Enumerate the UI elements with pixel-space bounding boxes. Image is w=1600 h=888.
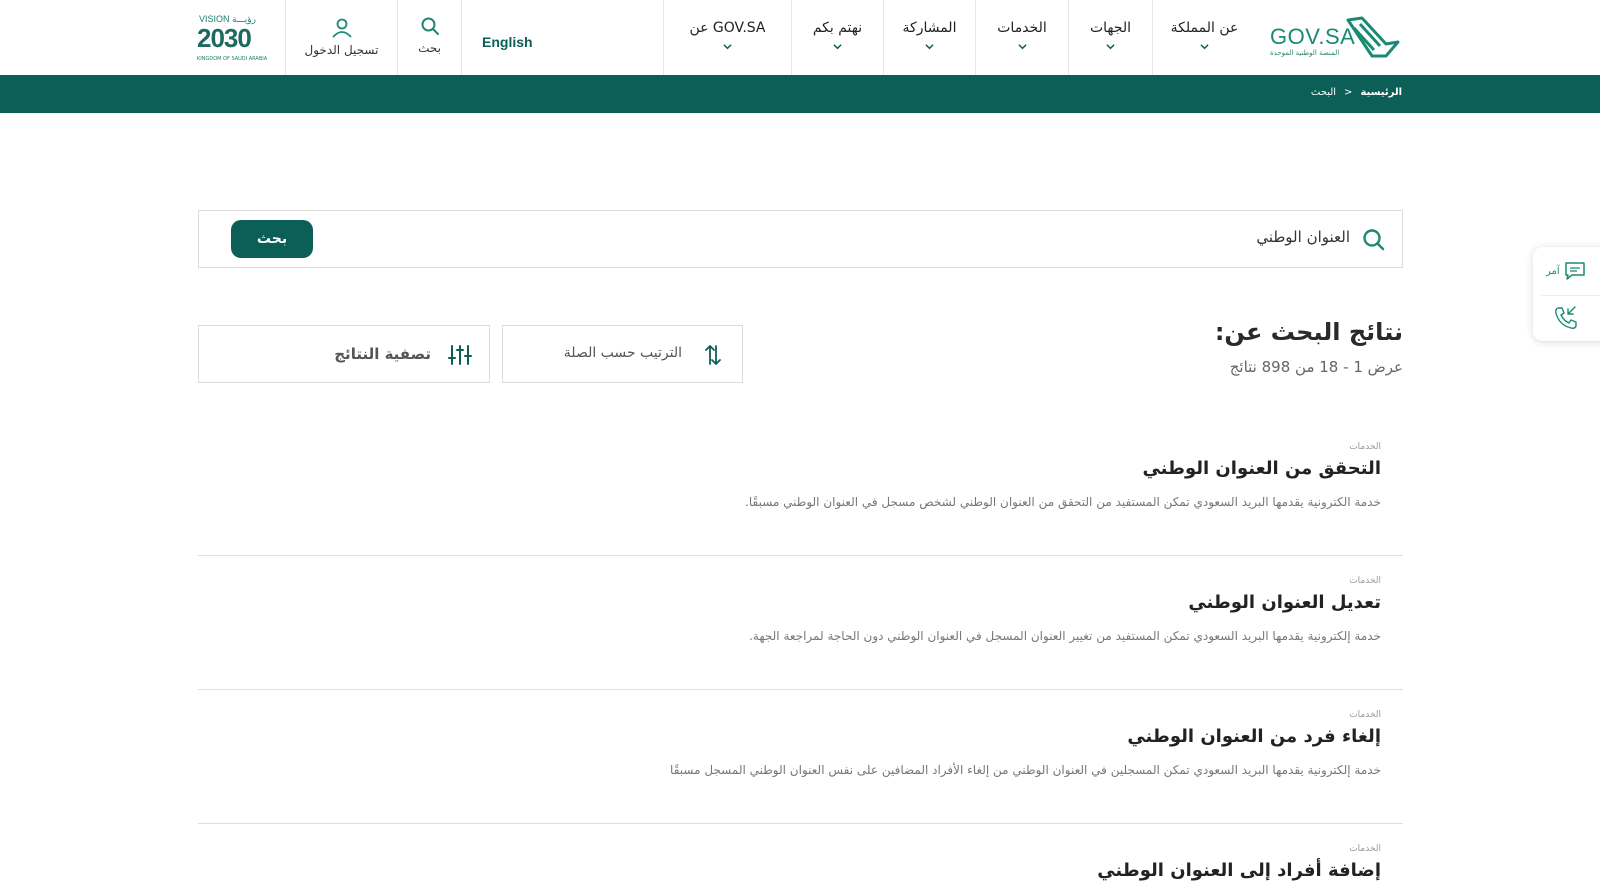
filter-label: تصفية النتائج — [334, 345, 431, 363]
gov-sa-logo-subtitle: المنصة الوطنية الموحدة — [1270, 49, 1340, 57]
results-title: نتائج البحث عن: — [1214, 318, 1403, 346]
chevron-down-icon — [723, 44, 732, 50]
nav-label: عن المملكة — [1170, 20, 1239, 36]
search-icon — [1363, 229, 1385, 251]
gov-sa-emblem-icon — [1346, 16, 1400, 58]
gov-sa-logo-text: GOV.SA — [1270, 24, 1356, 49]
filter-sliders-icon — [448, 345, 472, 365]
result-category: الخدمات — [1349, 576, 1381, 586]
result-category: الخدمات — [1349, 710, 1381, 720]
call-button[interactable] — [1553, 305, 1579, 335]
search-input[interactable]: العنوان الوطني — [1256, 228, 1350, 246]
nav-agencies[interactable]: الجهات — [1068, 0, 1152, 75]
result-title[interactable]: تعديل العنوان الوطني — [1188, 592, 1381, 613]
sort-arrows-icon — [705, 345, 721, 365]
language-label: English — [482, 34, 533, 50]
result-title[interactable]: إلغاء فرد من العنوان الوطني — [1127, 726, 1381, 747]
search-submit-button[interactable]: بحث — [231, 220, 313, 258]
nav-about-kingdom[interactable]: عن المملكة — [1152, 0, 1256, 75]
result-description: خدمة الكترونية يقدمها البريد السعودي تمك… — [745, 495, 1381, 509]
result-description: خدمة إلكترونية يقدمها البريد السعودي تمك… — [670, 763, 1381, 777]
side-widget-divider — [1541, 295, 1600, 296]
result-description: خدمة إلكترونية يقدمها البريد السعودي تمك… — [749, 629, 1381, 643]
vision-logo-year: 2030 — [197, 23, 252, 53]
breadcrumb-separator: > — [1344, 87, 1353, 98]
vision-logo-bottom: KINGDOM OF SAUDI ARABIA — [197, 56, 268, 62]
nav-label: الخدمات — [997, 20, 1047, 36]
search-box: العنوان الوطني بحث — [198, 210, 1403, 268]
result-title[interactable]: إضافة أفراد إلى العنوان الوطني — [1097, 860, 1381, 881]
result-title[interactable]: التحقق من العنوان الوطني — [1142, 458, 1381, 479]
result-item: الخدمات إلغاء فرد من العنوان الوطني خدمة… — [198, 690, 1403, 824]
chat-icon — [1564, 262, 1585, 280]
header-search-label: بحث — [418, 41, 441, 55]
gov-sa-logo[interactable]: GOV.SA المنصة الوطنية الموحدة — [1270, 12, 1402, 62]
result-category: الخدمات — [1349, 442, 1381, 452]
top-header: GOV.SA المنصة الوطنية الموحدة عن المملكة… — [0, 0, 1600, 75]
chevron-down-icon — [833, 44, 842, 50]
nav-label: المشاركة — [902, 20, 957, 36]
user-icon — [331, 18, 352, 38]
language-switch[interactable]: English — [461, 0, 663, 75]
nav-services[interactable]: الخدمات — [975, 0, 1068, 75]
result-item: الخدمات تعديل العنوان الوطني خدمة إلكترو… — [198, 556, 1403, 690]
header-search-button[interactable]: بحث — [397, 0, 461, 75]
vision-2030-logo[interactable]: VISION رؤيـــة 2030 KINGDOM OF SAUDI ARA… — [197, 12, 275, 64]
sort-label: الترتيب حسب الصلة — [563, 345, 682, 361]
results-count: عرض 1 - 18 من 898 نتائج — [1229, 358, 1403, 376]
nav-participation[interactable]: المشاركة — [883, 0, 975, 75]
phone-incoming-icon — [1555, 306, 1577, 329]
amer-chat-button[interactable]: آمر — [1546, 261, 1586, 281]
chevron-down-icon — [925, 44, 934, 50]
filter-button[interactable]: تصفية النتائج — [198, 325, 490, 383]
result-item: الخدمات إضافة أفراد إلى العنوان الوطني — [198, 824, 1403, 888]
chevron-down-icon — [1106, 44, 1115, 50]
login-label: تسجيل الدخول — [304, 43, 379, 57]
chevron-down-icon — [1017, 44, 1027, 50]
nav-label: الجهات — [1089, 20, 1132, 36]
search-icon — [421, 17, 439, 35]
nav-label: نهتم بكم — [812, 20, 863, 36]
chevron-down-icon — [1200, 44, 1209, 50]
sort-dropdown[interactable]: الترتيب حسب الصلة — [502, 325, 743, 383]
side-widget: آمر — [1533, 247, 1600, 341]
amer-label: آمر — [1546, 265, 1560, 277]
breadcrumb-home[interactable]: الرئيسية — [1360, 87, 1402, 98]
result-category: الخدمات — [1349, 844, 1381, 854]
nav-we-care[interactable]: نهتم بكم — [791, 0, 883, 75]
breadcrumb-current: البحث — [1310, 87, 1337, 98]
nav-about-govsa[interactable]: عن GOV.SA — [663, 0, 791, 75]
login-button[interactable]: تسجيل الدخول — [285, 0, 397, 75]
result-item: الخدمات التحقق من العنوان الوطني خدمة ال… — [198, 430, 1403, 556]
nav-label: عن GOV.SA — [689, 20, 766, 36]
breadcrumb-bar: الرئيسية > البحث — [0, 75, 1600, 113]
breadcrumb: الرئيسية > البحث — [1311, 87, 1402, 98]
